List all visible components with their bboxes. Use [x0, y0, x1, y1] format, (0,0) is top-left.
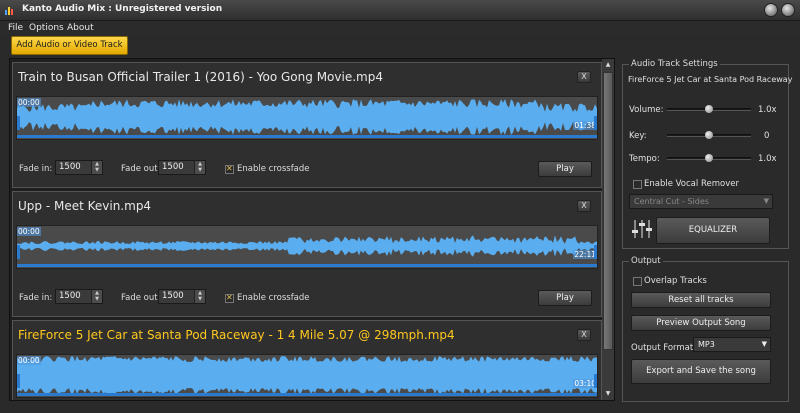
crossfade-checkbox[interactable] [225, 164, 234, 174]
volume-value: 1.0x [758, 105, 777, 115]
scroll-thumb[interactable] [603, 72, 613, 350]
menu-options[interactable]: Options [29, 23, 64, 33]
crossfade-label: Enable crossfade [237, 164, 310, 174]
track-settings-group: Audio Track Settings FireForce 5 Jet Car… [622, 59, 793, 249]
start-marker-handle[interactable] [17, 245, 20, 259]
stepper-arrows-icon[interactable]: ▲ ▼ [194, 290, 205, 303]
play-button[interactable]: Play [538, 290, 592, 306]
reset-tracks-button[interactable]: Reset all tracks [631, 292, 771, 308]
tempo-slider[interactable] [667, 154, 751, 162]
waveform-graphic [17, 99, 597, 138]
overlap-label: Overlap Tracks [644, 276, 707, 286]
overlap-checkbox[interactable] [633, 277, 642, 286]
stepper-arrows-icon[interactable]: ▲ ▼ [91, 290, 102, 303]
tracks-scrollbar[interactable]: ▲ ▼ [602, 59, 614, 400]
track-title: FireForce 5 Jet Car at Santa Pod Raceway… [18, 328, 455, 342]
waveform[interactable]: 00:00 03:10 [16, 354, 598, 398]
fade-out-label: Fade out: [121, 164, 161, 174]
track-card: Train to Busan Official Trailer 1 (2016)… [12, 62, 602, 188]
tempo-value: 1.0x [758, 154, 777, 164]
fade-in-value: 1500 [59, 291, 81, 301]
start-time: 00:00 [17, 98, 41, 107]
waveform[interactable]: 00:00 22:11 [16, 225, 598, 269]
output-format-value: MP3 [698, 340, 715, 349]
chevron-down-icon: ▼ [761, 340, 767, 348]
remove-track-button[interactable]: X [577, 200, 591, 212]
tracks-panel: Train to Busan Official Trailer 1 (2016)… [9, 58, 615, 401]
fade-in-stepper[interactable]: 1500 ▲ ▼ [55, 160, 103, 175]
fade-in-value: 1500 [59, 162, 81, 172]
output-format-label: Output Format: [631, 343, 697, 353]
track-card: Upp - Meet Kevin.mp4 X 00:00 22:11 Fade … [12, 191, 602, 317]
waveform-graphic [17, 235, 597, 267]
fade-in-stepper[interactable]: 1500 ▲ ▼ [55, 289, 103, 304]
fade-out-value: 1500 [162, 291, 184, 301]
vocal-remover-checkbox[interactable] [633, 180, 642, 189]
end-marker-handle[interactable] [594, 374, 597, 388]
window-title: Kanto Audio Mix : Unregistered version [22, 4, 223, 14]
export-button[interactable]: Export and Save the song [631, 359, 771, 384]
menu-file[interactable]: File [8, 23, 23, 33]
end-marker-handle[interactable] [594, 245, 597, 259]
fade-out-label: Fade out: [121, 293, 161, 303]
fade-in-label: Fade in: [19, 164, 53, 174]
menu-about[interactable]: About [67, 23, 94, 33]
stepper-arrows-icon[interactable]: ▲ ▼ [91, 161, 102, 174]
vocal-mode-value: Central Cut - Sides [634, 197, 709, 206]
minimize-button[interactable] [764, 3, 778, 17]
end-marker-handle[interactable] [594, 116, 597, 130]
output-format-select[interactable]: MP3 ▼ [693, 337, 771, 352]
chevron-down-icon: ▼ [763, 197, 769, 205]
waveform[interactable]: 00:00 01:38 [16, 96, 598, 140]
output-group: Output Overlap Tracks Reset all tracks P… [622, 256, 789, 402]
close-window-button[interactable] [781, 3, 795, 17]
selected-track-name: FireForce 5 Jet Car at Santa Pod Raceway [628, 75, 793, 84]
tempo-slider-thumb[interactable] [705, 154, 713, 162]
crossfade-checkbox[interactable] [225, 293, 234, 303]
remove-track-button[interactable]: X [577, 329, 591, 341]
key-slider-thumb[interactable] [705, 131, 713, 139]
track-card: FireForce 5 Jet Car at Santa Pod Raceway… [12, 320, 602, 400]
vocal-mode-select[interactable]: Central Cut - Sides ▼ [629, 194, 773, 209]
app-icon [5, 7, 13, 15]
key-value: 0 [764, 131, 770, 141]
fade-out-value: 1500 [162, 162, 184, 172]
start-time: 00:00 [17, 356, 41, 365]
scroll-up-icon[interactable]: ▲ [603, 60, 613, 70]
equalizer-button[interactable]: EQUALIZER [656, 217, 770, 244]
vocal-remover-label: Enable Vocal Remover [644, 179, 739, 189]
start-marker-handle[interactable] [17, 116, 20, 130]
track-title: Upp - Meet Kevin.mp4 [18, 199, 152, 213]
key-slider[interactable] [667, 131, 751, 139]
equalizer-icon [632, 220, 652, 238]
fade-out-stepper[interactable]: 1500 ▲ ▼ [158, 289, 206, 304]
stepper-arrows-icon[interactable]: ▲ ▼ [194, 161, 205, 174]
title-bar: Kanto Audio Mix : Unregistered version [0, 0, 800, 21]
preview-output-button[interactable]: Preview Output Song [631, 315, 771, 331]
track-title: Train to Busan Official Trailer 1 (2016)… [18, 70, 383, 84]
remove-track-button[interactable]: X [577, 71, 591, 83]
group-title: Audio Track Settings [629, 59, 720, 69]
play-button[interactable]: Play [538, 161, 592, 177]
scroll-down-icon[interactable]: ▼ [603, 389, 613, 399]
add-track-button[interactable]: Add Audio or Video Track [11, 36, 128, 55]
menu-bar: File Options About [0, 21, 800, 35]
fade-in-label: Fade in: [19, 293, 53, 303]
start-time: 00:00 [17, 227, 41, 236]
start-marker-handle[interactable] [17, 374, 20, 388]
fade-out-stepper[interactable]: 1500 ▲ ▼ [158, 160, 206, 175]
waveform-graphic [17, 356, 597, 396]
volume-slider-thumb[interactable] [705, 105, 713, 113]
crossfade-label: Enable crossfade [237, 293, 310, 303]
group-title: Output [629, 256, 663, 266]
volume-slider[interactable] [667, 105, 751, 113]
volume-label: Volume: [629, 105, 664, 115]
key-label: Key: [629, 131, 647, 141]
tempo-label: Tempo: [629, 154, 660, 164]
